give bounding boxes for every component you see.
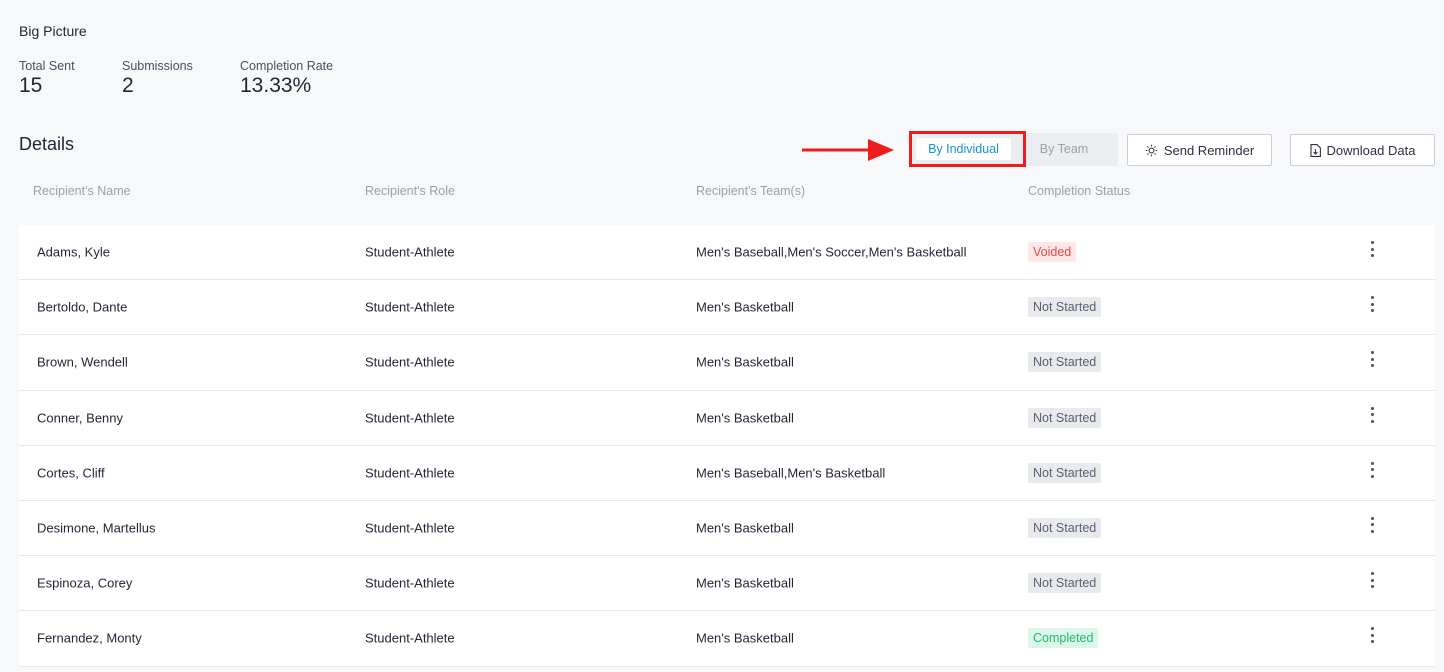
recipient-name: Desimone, Martellus <box>37 520 156 536</box>
recipient-teams: Men's Baseball,Men's Soccer,Men's Basket… <box>696 244 967 260</box>
recipient-name: Fernandez, Monty <box>37 630 142 646</box>
more-options-icon[interactable] <box>1365 516 1379 533</box>
recipient-role: Student-Athlete <box>365 575 455 591</box>
more-options-icon[interactable] <box>1365 406 1379 423</box>
header-completion-status: Completion Status <box>1028 184 1131 198</box>
metric-total-sent: Total Sent 15 <box>19 59 75 98</box>
status-badge: Voided <box>1028 242 1077 263</box>
more-options-icon[interactable] <box>1365 296 1379 313</box>
file-download-icon <box>1309 143 1321 157</box>
status-badge: Not Started <box>1028 407 1102 428</box>
details-title: Details <box>19 134 75 154</box>
highlight-box-annotation <box>909 131 1026 167</box>
table-row: Adams, Kyle Student-Athlete Men's Baseba… <box>19 225 1435 281</box>
big-picture-title: Big Picture <box>19 23 87 39</box>
download-data-button[interactable]: Download Data <box>1290 134 1435 166</box>
download-data-label: Download Data <box>1326 142 1416 158</box>
send-reminder-label: Send Reminder <box>1163 142 1255 158</box>
recipient-role: Student-Athlete <box>365 520 455 536</box>
recipient-name: Adams, Kyle <box>37 244 110 260</box>
toggle-by-team[interactable]: By Team <box>1018 138 1110 160</box>
red-arrow-annotation <box>802 139 894 161</box>
recipient-name: Brown, Wendell <box>37 354 128 370</box>
recipient-name: Espinoza, Corey <box>37 575 133 591</box>
recipient-name: Conner, Benny <box>37 410 124 426</box>
recipient-role: Student-Athlete <box>365 299 455 315</box>
table-row: Cortes, Cliff Student-Athlete Men's Base… <box>19 446 1435 501</box>
recipient-teams: Men's Basketball <box>696 410 794 426</box>
status-badge: Not Started <box>1028 297 1102 318</box>
lightbulb-icon <box>1145 144 1158 156</box>
metric-label: Completion Rate <box>240 59 334 73</box>
more-options-icon[interactable] <box>1365 627 1379 644</box>
table-row: Espinoza, Corey Student-Athlete Men's Ba… <box>19 556 1435 612</box>
more-options-icon[interactable] <box>1365 461 1379 478</box>
table-row: Conner, Benny Student-Athlete Men's Bask… <box>19 391 1435 446</box>
more-options-icon[interactable] <box>1365 351 1379 368</box>
status-badge: Not Started <box>1028 573 1102 594</box>
send-reminder-button[interactable]: Send Reminder <box>1127 134 1272 166</box>
recipient-teams: Men's Basketball <box>696 354 794 370</box>
status-badge: Completed <box>1028 628 1099 649</box>
recipients-table: Adams, Kyle Student-Athlete Men's Baseba… <box>19 225 1435 667</box>
recipient-teams: Men's Basketball <box>696 630 794 646</box>
metric-submissions: Submissions 2 <box>122 59 193 98</box>
table-row: Bertoldo, Dante Student-Athlete Men's Ba… <box>19 280 1435 336</box>
table-row: Desimone, Martellus Student-Athlete Men'… <box>19 501 1435 557</box>
header-recipient-role: Recipient's Role <box>365 184 455 198</box>
metric-label: Total Sent <box>19 59 75 73</box>
status-badge: Not Started <box>1028 352 1102 373</box>
recipient-role: Student-Athlete <box>365 630 455 646</box>
table-header: Recipient's Name Recipient's Role Recipi… <box>19 184 1435 206</box>
metric-value: 13.33% <box>240 74 312 97</box>
more-options-icon[interactable] <box>1365 241 1379 257</box>
recipient-teams: Men's Basketball <box>696 520 794 536</box>
table-row: Brown, Wendell Student-Athlete Men's Bas… <box>19 335 1435 391</box>
recipient-teams: Men's Baseball,Men's Basketball <box>696 465 886 481</box>
recipient-role: Student-Athlete <box>365 354 455 370</box>
recipient-role: Student-Athlete <box>365 244 455 260</box>
more-options-icon[interactable] <box>1365 572 1379 589</box>
recipient-name: Bertoldo, Dante <box>37 299 128 315</box>
header-recipient-teams: Recipient's Team(s) <box>696 184 806 198</box>
recipient-teams: Men's Basketball <box>696 575 794 591</box>
status-badge: Not Started <box>1028 518 1102 539</box>
metric-value: 15 <box>19 74 43 97</box>
table-row: Fernandez, Monty Student-Athlete Men's B… <box>19 611 1435 667</box>
status-badge: Not Started <box>1028 462 1102 483</box>
recipient-teams: Men's Basketball <box>696 299 794 315</box>
header-recipient-name: Recipient's Name <box>33 184 131 198</box>
metric-label: Submissions <box>122 59 193 73</box>
metric-completion-rate: Completion Rate 13.33% <box>240 59 333 98</box>
metric-value: 2 <box>122 74 134 97</box>
recipient-role: Student-Athlete <box>365 410 455 426</box>
recipient-role: Student-Athlete <box>365 465 455 481</box>
recipient-name: Cortes, Cliff <box>37 465 105 481</box>
